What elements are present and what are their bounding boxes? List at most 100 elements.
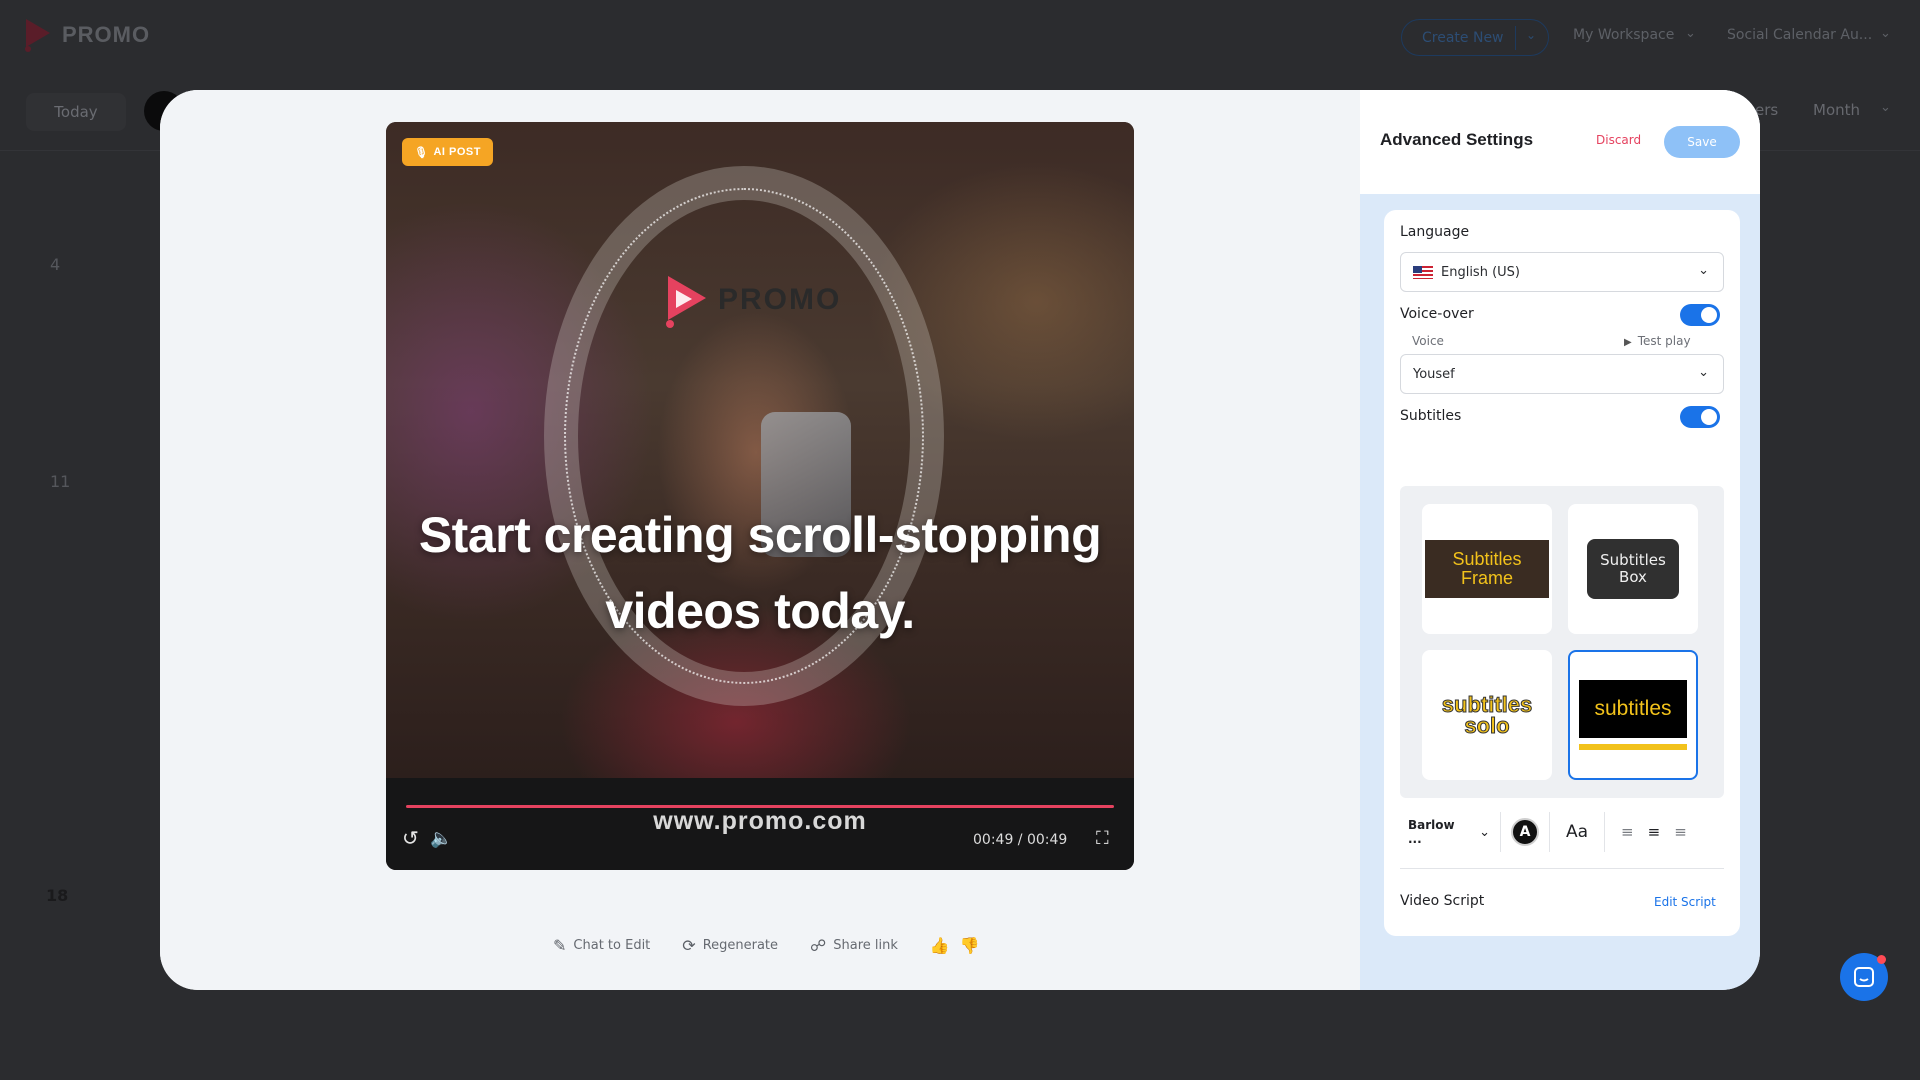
video-player[interactable]: 🎙 AI POST PROMO Start creating scroll-st… [386,122,1134,870]
share-link-button[interactable]: ☍ Share link [810,936,898,955]
feedback-buttons: 👍 👎 [930,936,980,955]
save-button[interactable]: Save [1664,126,1740,158]
thumbs-up-icon[interactable]: 👍 [930,936,950,955]
us-flag-icon [1413,265,1433,279]
alignment-group: ≡ ≡ ≡ [1615,823,1687,841]
style-box-line2: Box [1619,568,1647,586]
subtitles-toggle[interactable] [1680,406,1720,428]
chat-icon [1854,967,1874,987]
app-logo[interactable]: PROMO [22,17,150,53]
toolbar-divider [1549,812,1550,852]
subtitles-label: Subtitles [1400,408,1462,424]
chevron-down-icon[interactable]: ⌄ [1880,100,1891,115]
voice-select[interactable]: Yousef ⌄ [1400,354,1724,394]
month-view-selector[interactable]: Month [1813,101,1860,119]
video-caption: Start creating scroll-stopping videos to… [418,507,1102,639]
settings-header: Advanced Settings Discard Save [1360,90,1760,194]
today-button[interactable]: Today [26,93,126,131]
player-controls: ↺ 🔈 www.promo.com 00:49 / 00:49 ⛶ [386,778,1134,870]
video-brand-text: PROMO [718,283,842,316]
create-new-label: Create New [1422,29,1504,46]
regenerate-label: Regenerate [702,938,779,953]
chevron-down-icon[interactable]: ⌄ [1526,28,1536,42]
align-left-icon[interactable]: ≡ [1621,823,1634,841]
subtitle-font-toolbar: Barlow ... ⌄ A Aa ≡ ≡ ≡ [1400,810,1724,854]
ai-post-badge: 🎙 AI POST [402,138,493,166]
post-preview-modal: 🎙 AI POST PROMO Start creating scroll-st… [160,90,1760,990]
workspace-selector[interactable]: My Workspace [1573,27,1674,43]
language-label: Language [1400,224,1470,240]
language-select[interactable]: English (US) ⌄ [1400,252,1724,292]
subtitle-style-bar[interactable]: subtitles [1568,650,1698,780]
video-frame [386,122,1134,778]
regenerate-button[interactable]: ⟳ Regenerate [682,936,778,955]
font-select[interactable]: Barlow ... ⌄ [1400,818,1490,846]
style-bar-text: subtitles [1579,680,1687,738]
settings-card: Language English (US) ⌄ Voice-over Voice… [1384,210,1740,936]
style-bar-underline [1579,744,1687,750]
subtitle-style-solo[interactable]: subtitles solo [1422,650,1552,780]
settings-title: Advanced Settings [1380,130,1534,149]
subtitle-style-grid: Subtitles Frame Subtitles Box subtitles sol… [1400,486,1724,798]
test-play-button[interactable]: ▶ Test play [1624,334,1691,348]
post-actions: ✎ Chat to Edit ⟳ Regenerate ☍ Share link… [553,936,980,955]
app-header: PROMO Create New ⌄ My Workspace ⌄ Social… [0,0,1920,75]
voiceover-toggle[interactable] [1680,304,1720,326]
play-icon: ▶ [1624,337,1632,348]
chevron-down-icon: ⌄ [1698,263,1709,278]
voice-label: Voice [1412,334,1444,348]
create-new-divider [1515,26,1516,50]
subtitle-style-box[interactable]: Subtitles Box [1568,504,1698,634]
align-center-icon[interactable]: ≡ [1648,823,1661,841]
video-stage: 🎙 AI POST PROMO Start creating scroll-st… [160,90,1360,990]
style-box-line1: Subtitles [1600,551,1666,569]
style-preview-frame: Subtitles Frame [1425,540,1549,598]
style-solo-line2: solo [1464,713,1510,738]
style-frame-line2: Frame [1460,568,1513,588]
chat-to-edit-button[interactable]: ✎ Chat to Edit [553,936,650,955]
promo-logo-icon [666,276,706,328]
microphone-icon: 🎙 [414,146,429,159]
fullscreen-icon[interactable]: ⛶ [1096,828,1109,849]
discard-button[interactable]: Discard [1596,133,1641,147]
calendar-day-current[interactable]: 18 [46,886,68,905]
subtitle-style-frame[interactable]: Subtitles Frame [1422,504,1552,634]
align-right-icon[interactable]: ≡ [1674,823,1687,841]
ai-post-label: AI POST [433,146,481,158]
chevron-down-icon[interactable]: ⌄ [1685,26,1696,41]
notification-dot [1877,955,1886,964]
social-calendar-selector[interactable]: Social Calendar Au... [1727,27,1872,43]
app-logo-text: PROMO [62,22,151,47]
chevron-down-icon: ⌄ [1479,824,1490,840]
calendar-day[interactable]: 4 [50,255,60,274]
text-color-button[interactable]: A [1511,818,1539,846]
chevron-down-icon[interactable]: ⌄ [1880,26,1891,41]
toolbar-divider [1604,812,1606,852]
voiceover-label: Voice-over [1400,306,1474,322]
toolbar-divider [1500,812,1501,852]
calendar-day[interactable]: 11 [50,472,70,491]
chevron-down-icon: ⌄ [1698,365,1709,380]
regenerate-icon: ⟳ [682,936,696,955]
test-play-label: Test play [1637,334,1691,348]
support-chat-button[interactable] [1840,953,1888,1001]
chat-to-edit-label: Chat to Edit [573,938,651,953]
style-preview-bar: subtitles [1579,680,1687,750]
playback-time: 00:49 / 00:49 [973,832,1068,848]
edit-script-link[interactable]: Edit Script [1654,895,1716,909]
style-preview-box: Subtitles Box [1587,539,1679,599]
create-new-button[interactable]: Create New ⌄ [1401,19,1549,56]
language-value: English (US) [1441,264,1520,280]
chat-edit-icon: ✎ [553,936,567,955]
video-brand-logo: PROMO [662,272,841,328]
font-value: Barlow ... [1408,818,1455,846]
style-frame-line1: Subtitles [1452,549,1522,569]
voice-value: Yousef [1413,366,1455,382]
thumbs-down-icon[interactable]: 👎 [960,936,980,955]
video-script-label: Video Script [1400,893,1485,909]
share-link-label: Share link [833,938,898,953]
share-icon: ☍ [810,936,827,955]
text-case-button[interactable]: Aa [1560,822,1594,842]
promo-logo-icon [25,19,50,52]
section-divider [1400,868,1724,869]
